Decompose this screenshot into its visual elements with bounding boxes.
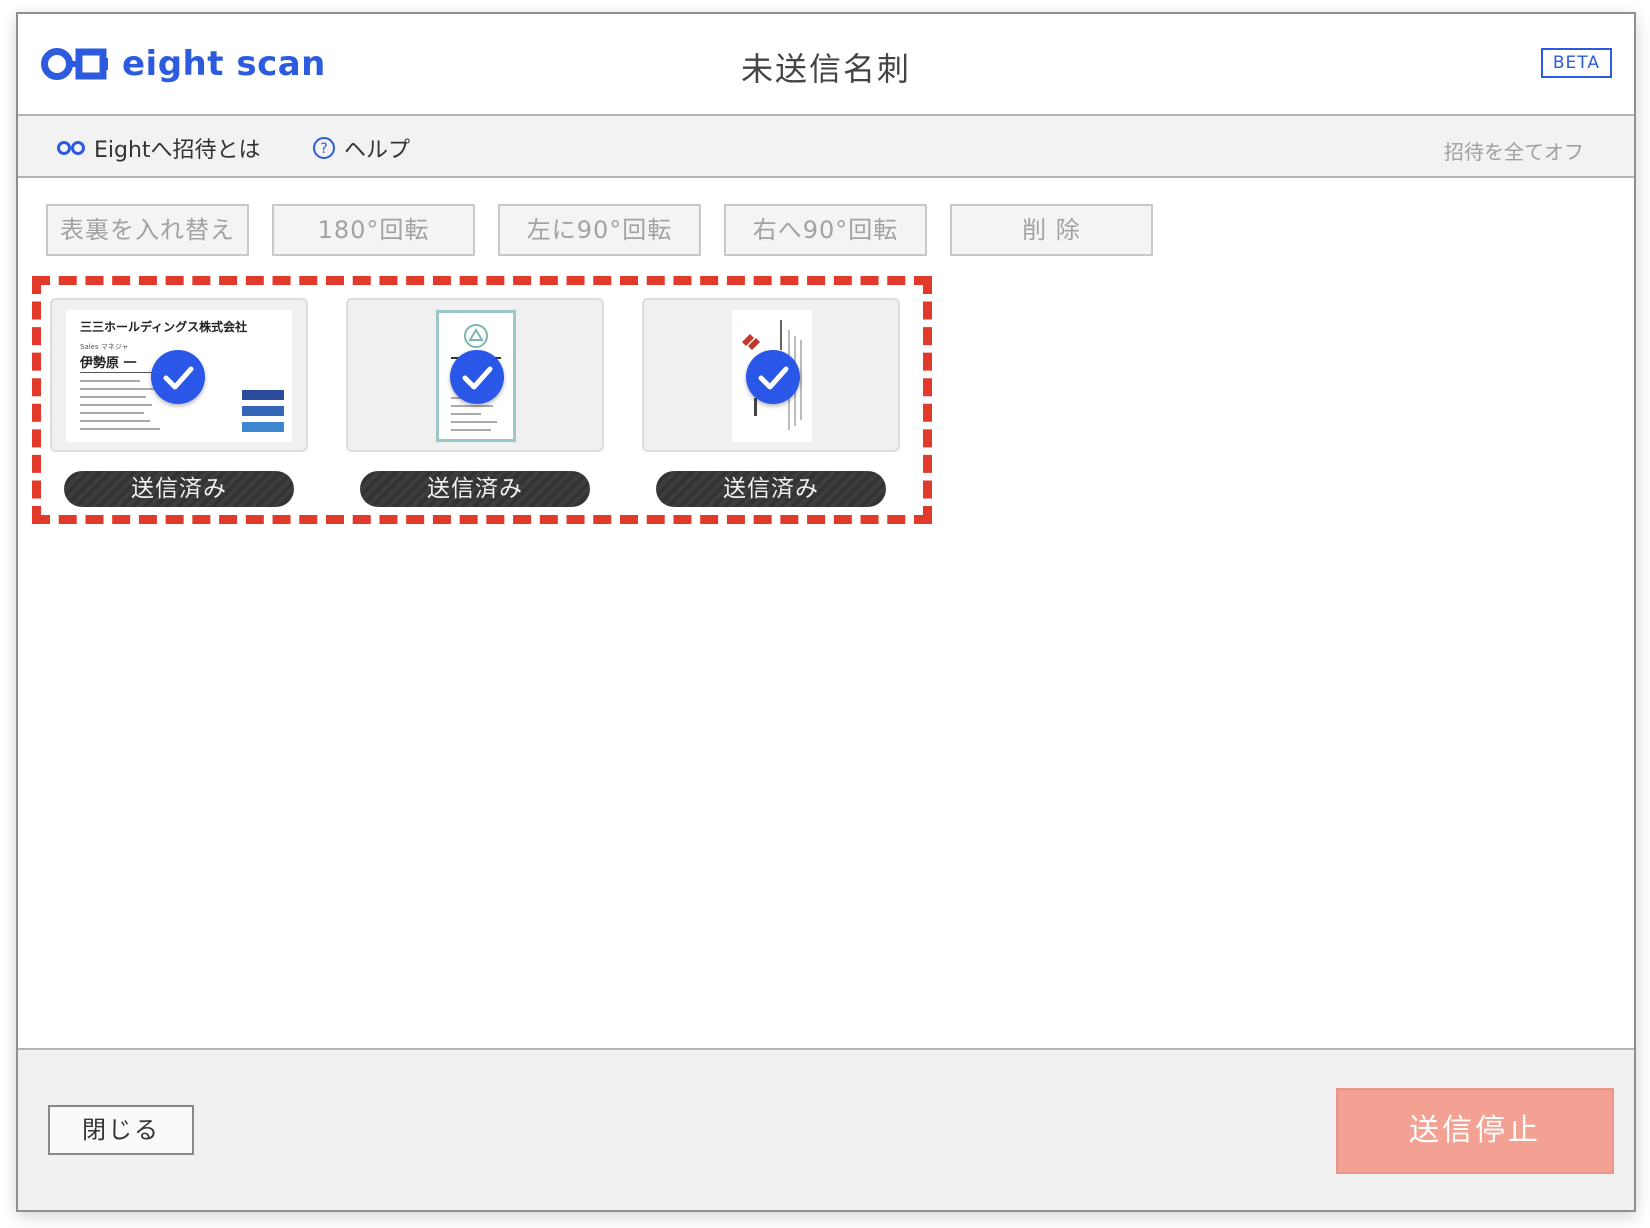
stop-sending-button[interactable]: 送信停止 <box>1336 1088 1614 1174</box>
swap-sides-button[interactable]: 表裏を入れ替え <box>46 204 249 256</box>
close-button[interactable]: 閉じる <box>48 1105 194 1155</box>
svg-text:?: ? <box>320 141 327 157</box>
rotate-180-button[interactable]: 180°回転 <box>272 204 475 256</box>
business-card-3[interactable] <box>642 298 900 452</box>
rotate-left-button[interactable]: 左に90°回転 <box>498 204 701 256</box>
card-person-name: 伊勢原 一 <box>80 356 137 371</box>
card-emblem-icon <box>464 324 488 348</box>
card-2-status-badge: 送信済み <box>360 471 590 507</box>
title-bar: eight scan 未送信名刺 BETA <box>18 14 1634 116</box>
app-window: eight scan 未送信名刺 BETA Eightへ招待とは ? ヘルプ 招… <box>16 12 1636 1212</box>
selected-check-icon[interactable] <box>151 350 205 404</box>
card-role: Sales マネジャ <box>80 343 129 351</box>
eight-small-icon <box>57 141 85 155</box>
business-card-1[interactable]: 三三ホールディングス株式会社 Sales マネジャ 伊勢原 一 <box>50 298 308 452</box>
invite-info-label: Eightへ招待とは <box>94 138 261 163</box>
page-title: 未送信名刺 <box>740 50 911 88</box>
sub-toolbar: Eightへ招待とは ? ヘルプ 招待を全てオフ <box>18 116 1634 178</box>
business-card-2[interactable] <box>346 298 604 452</box>
selected-check-icon[interactable] <box>450 350 504 404</box>
card-1-status-badge: 送信済み <box>64 471 294 507</box>
card-company: 三三ホールディングス株式会社 <box>80 320 248 334</box>
beta-badge: BETA <box>1540 48 1612 78</box>
footer-bar: 閉じる 送信停止 <box>18 1048 1634 1210</box>
invite-all-off-link[interactable]: 招待を全てオフ <box>1444 136 1584 165</box>
help-icon: ? <box>313 137 335 159</box>
help-link[interactable]: ? ヘルプ <box>312 132 410 164</box>
selected-check-icon[interactable] <box>746 350 800 404</box>
card-logo-icon <box>742 334 760 350</box>
card-3-status-badge: 送信済み <box>656 471 886 507</box>
delete-button[interactable]: 削 除 <box>950 204 1153 256</box>
rotate-right-button[interactable]: 右へ90°回転 <box>724 204 927 256</box>
invite-info-link[interactable]: Eightへ招待とは <box>56 132 261 164</box>
help-label: ヘルプ <box>344 138 411 163</box>
